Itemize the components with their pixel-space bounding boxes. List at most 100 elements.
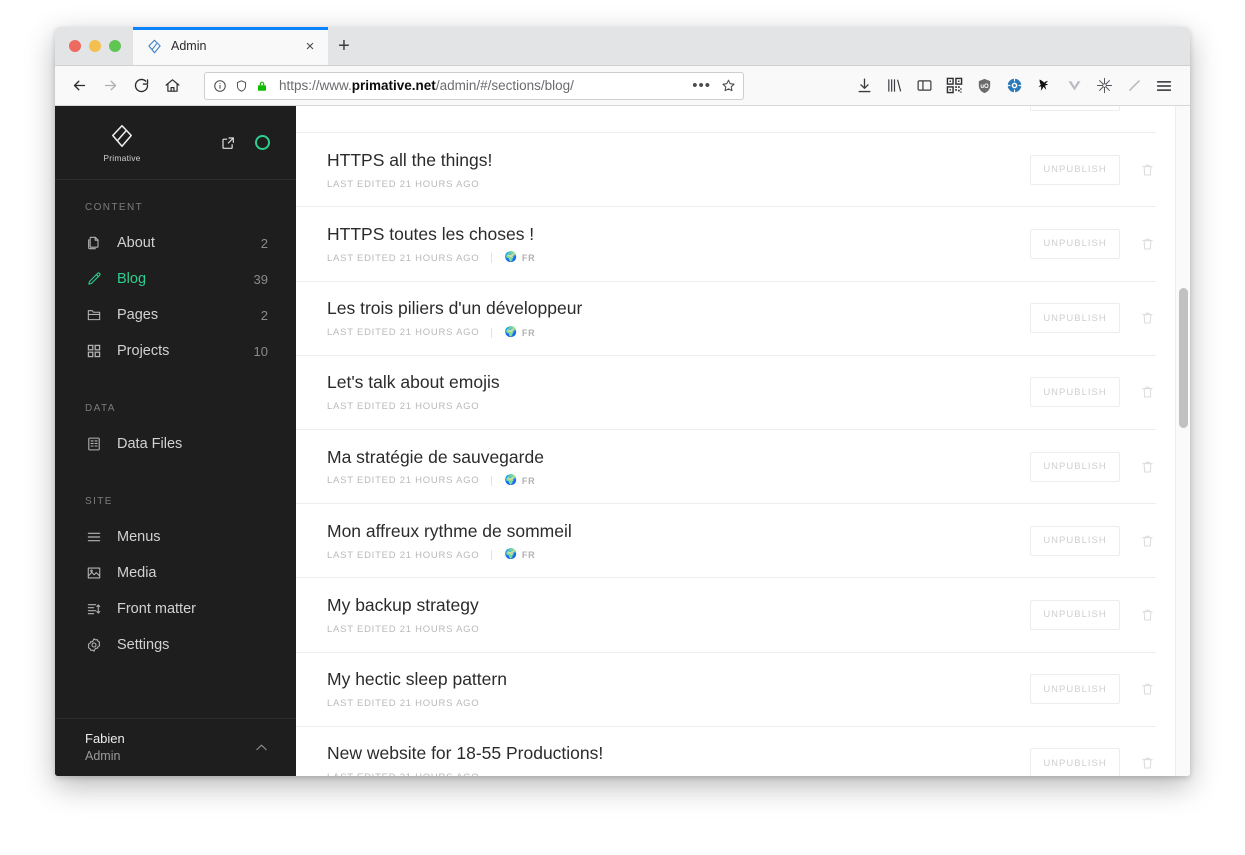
entry-main: HTTPS all the things! Last edited 21 hour… — [327, 150, 1030, 190]
sidebar-item-about[interactable]: About 2 — [55, 225, 296, 261]
sidebar-item-front-matter[interactable]: Front matter — [55, 591, 296, 627]
folder-icon — [85, 306, 103, 324]
entry-language-code: FR — [521, 550, 536, 561]
url-bar[interactable]: https://www.primative.net/admin/#/sectio… — [204, 71, 744, 100]
sidebar-item-data-files[interactable]: Data Files — [55, 426, 296, 462]
table-row[interactable]: My hectic sleep pattern Last edited 21 ho… — [296, 653, 1156, 727]
vimium-icon[interactable] — [1059, 71, 1089, 101]
sidebar-item-projects[interactable]: Projects 10 — [55, 333, 296, 369]
table-row[interactable]: Let's talk about emojis Last edited 21 ho… — [296, 356, 1156, 430]
svg-text:uO: uO — [980, 84, 989, 90]
sidebar-item-media[interactable]: Media — [55, 555, 296, 591]
entry-title[interactable]: Let's talk about emojis — [327, 372, 1030, 394]
bookmark-star-icon[interactable] — [720, 77, 737, 94]
table-row[interactable]: New website for 18-55 Productions! Last e… — [296, 727, 1156, 776]
entry-last-edited: Last edited 21 hours ago — [327, 698, 480, 710]
trash-icon[interactable] — [1138, 235, 1156, 253]
sidebar-item-pages[interactable]: Pages 2 — [55, 297, 296, 333]
info-icon[interactable] — [212, 78, 228, 94]
pocket-pin-icon[interactable] — [1029, 71, 1059, 101]
entry-main: New website for 18-55 Productions! Last e… — [327, 743, 1030, 776]
unpublish-button[interactable]: Unpublish — [1030, 674, 1120, 705]
admin-sidebar: Primative CONTENT About 2 Blog 39 Pages … — [55, 106, 296, 776]
sidebar-item-menus[interactable]: Menus — [55, 519, 296, 555]
sidebar-item-blog[interactable]: Blog 39 — [55, 261, 296, 297]
table-row[interactable]: Les trois piliers d'un développeur Last e… — [296, 282, 1156, 356]
entry-title[interactable]: New website for 18-55 Productions! — [327, 743, 1030, 765]
entry-actions: Unpublish — [1030, 106, 1156, 111]
table-row[interactable]: HTTPS all the things! Last edited 21 hour… — [296, 133, 1156, 208]
close-icon[interactable]: × — [301, 37, 319, 55]
page-scrollbar[interactable] — [1175, 106, 1190, 776]
trash-icon[interactable] — [1138, 606, 1156, 624]
qr-code-icon[interactable] — [939, 71, 969, 101]
unpublish-button[interactable]: Unpublish — [1030, 377, 1120, 408]
library-icon[interactable] — [879, 71, 909, 101]
trash-icon[interactable] — [1138, 754, 1156, 772]
entry-title[interactable]: HTTPS all the things! — [327, 150, 1030, 172]
unpublish-button[interactable]: Unpublish — [1030, 599, 1120, 630]
chevron-up-icon[interactable] — [252, 739, 270, 757]
trash-icon[interactable] — [1138, 309, 1156, 327]
entry-actions: Unpublish — [1030, 674, 1156, 705]
entry-meta: Last edited 21 hours ago — [327, 624, 1030, 635]
sidebar-item-settings[interactable]: Settings — [55, 627, 296, 663]
snowflake-icon[interactable] — [1089, 71, 1119, 101]
unpublish-button[interactable]: Unpublish — [1030, 106, 1120, 111]
hamburger-menu-icon[interactable] — [1149, 71, 1179, 101]
external-link-icon[interactable] — [219, 134, 237, 152]
sidebar-user-footer[interactable]: Fabien Admin — [55, 718, 296, 776]
new-tab-button[interactable]: + — [328, 27, 360, 65]
downloads-icon[interactable] — [849, 71, 879, 101]
table-row[interactable]: My backup strategy Last edited 21 hours a… — [296, 578, 1156, 653]
entry-title[interactable]: Ma stratégie de sauvegarde — [327, 447, 1030, 469]
minimize-window-button[interactable] — [89, 39, 101, 52]
entry-actions: Unpublish — [1030, 599, 1156, 630]
reload-button[interactable] — [126, 70, 157, 101]
ublock-origin-icon[interactable]: uO — [969, 71, 999, 101]
table-row[interactable]: Last edited 21 hours agoUnpublish — [296, 106, 1156, 134]
sidebar-header: Primative — [55, 106, 296, 180]
sidebar-user-block: Fabien Admin — [85, 730, 125, 764]
close-window-button[interactable] — [69, 39, 81, 52]
trash-icon[interactable] — [1138, 458, 1156, 476]
unpublish-button[interactable]: Unpublish — [1030, 154, 1120, 185]
home-icon[interactable] — [157, 70, 188, 101]
tracking-shield-icon[interactable] — [233, 78, 249, 94]
trash-icon[interactable] — [1138, 680, 1156, 698]
primative-diamond-logo — [109, 123, 135, 149]
entry-title[interactable]: Les trois piliers d'un développeur — [327, 298, 1030, 320]
status-ring-icon[interactable] — [255, 135, 270, 150]
sidebar-brand[interactable]: Primative — [55, 123, 189, 163]
reader-sidebar-icon[interactable] — [909, 71, 939, 101]
entry-title[interactable]: Mon affreux rythme de sommeil — [327, 521, 1030, 543]
privacy-badger-icon[interactable] — [999, 71, 1029, 101]
trash-icon[interactable] — [1138, 383, 1156, 401]
browser-tab-admin[interactable]: Admin × — [133, 27, 328, 65]
browser-extension-toolbar: uO — [849, 71, 1181, 101]
maximize-window-button[interactable] — [109, 39, 121, 52]
back-button[interactable] — [64, 70, 95, 101]
unpublish-button[interactable]: Unpublish — [1030, 303, 1120, 334]
unpublish-button[interactable]: Unpublish — [1030, 228, 1120, 259]
page-actions-button[interactable]: ••• — [688, 77, 715, 94]
url-text[interactable]: https://www.primative.net/admin/#/sectio… — [275, 78, 683, 93]
page-scrollbar-thumb[interactable] — [1179, 288, 1188, 428]
sidebar-item-label: Blog — [117, 271, 147, 287]
entry-title[interactable]: My hectic sleep pattern — [327, 669, 1030, 691]
entry-title[interactable]: HTTPS toutes les choses ! — [327, 224, 1030, 246]
table-row[interactable]: Mon affreux rythme de sommeil Last edited… — [296, 504, 1156, 579]
unpublish-button[interactable]: Unpublish — [1030, 525, 1120, 556]
entry-title[interactable]: My backup strategy — [327, 595, 1030, 617]
highlighter-pen-icon[interactable] — [1119, 71, 1149, 101]
entry-last-edited: Last edited 21 hours ago — [327, 401, 480, 413]
lock-icon[interactable] — [254, 78, 270, 94]
unpublish-button[interactable]: Unpublish — [1030, 451, 1120, 482]
trash-icon[interactable] — [1138, 532, 1156, 550]
sidebar-item-label: About — [117, 235, 155, 251]
unpublish-button[interactable]: Unpublish — [1030, 748, 1120, 776]
forward-button[interactable] — [95, 70, 126, 101]
trash-icon[interactable] — [1138, 161, 1156, 179]
table-row[interactable]: Ma stratégie de sauvegarde Last edited 21… — [296, 430, 1156, 505]
table-row[interactable]: HTTPS toutes les choses ! Last edited 21 … — [296, 207, 1156, 282]
